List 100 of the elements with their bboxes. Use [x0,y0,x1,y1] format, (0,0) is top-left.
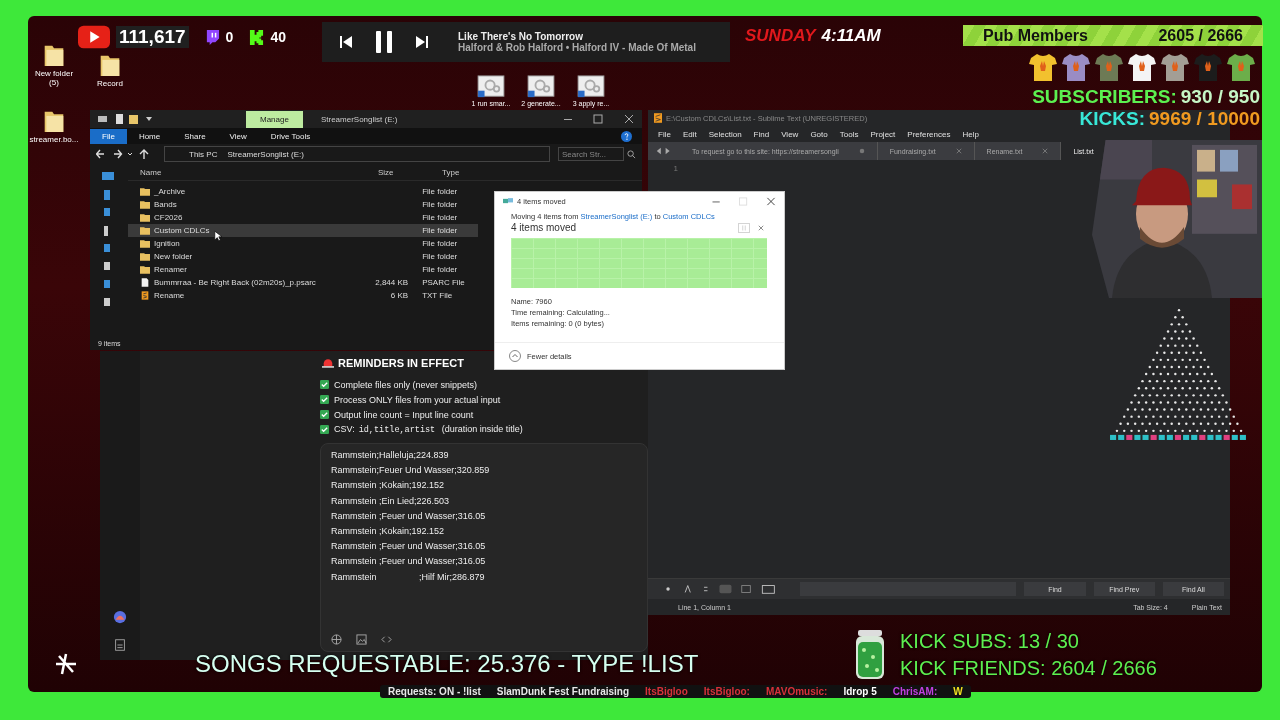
menu-item[interactable]: View [781,129,799,139]
ribbon-tab[interactable]: Share [172,128,218,144]
message-line: Rammstein ;Hilf Mir;286.879 [331,571,486,584]
file-row[interactable]: Custom CDLCs File folder [128,224,478,237]
ticker-text: ldrop 5 [843,686,877,697]
t-shirt-icon [1226,52,1256,82]
window-controls-icon[interactable] [564,114,634,124]
column-header[interactable]: Size [378,167,438,177]
youtube-count: 111,617 [116,26,189,48]
file-type: File folder [421,265,459,274]
file-name: Custom CDLCs [154,226,210,235]
window-title: StreamerSonglist (E:) [320,114,399,124]
message-line: Rammstein;Halleluja;224.839 [331,450,450,462]
file-row[interactable]: CF2026 File folder [128,211,478,224]
menu-item[interactable]: Preferences [907,129,951,139]
menu-item[interactable]: Project [870,129,896,139]
file-row[interactable]: Bummrraa - Be Right Back (02m20s)_p.psarc 2,844 KB PSARC File [128,276,478,289]
search-icon[interactable] [627,149,636,159]
ribbon-tab[interactable]: View [217,128,259,144]
copy-icon [503,197,513,205]
avatar-icon[interactable] [113,610,127,624]
document-icon[interactable] [113,638,127,652]
jar-icon [854,630,886,680]
message-line: Rammstein ;Kokain;192.152 [331,525,446,538]
kick-friends-count: KICK FRIENDS: 2604 / 2666 [900,656,1157,681]
menu-item[interactable]: Help [962,129,979,139]
file-type: File folder [421,187,459,196]
desktop-icon-label[interactable]: New folder (5) [30,70,78,88]
file-type: File folder [421,252,459,261]
help-icon[interactable] [621,130,632,142]
gears-shortcut-icon[interactable] [577,75,605,99]
file-icon [140,278,150,287]
kick-subs-count: KICK SUBS: 13 / 30 [900,629,1080,654]
menu-item[interactable]: Edit [682,129,697,139]
unsaved-dot-icon[interactable] [858,148,865,154]
members-label: Pub Members [983,26,1088,45]
track-title: Like There's No Tomorrow [458,31,584,42]
file-type: File folder [421,226,459,235]
menu-item[interactable]: File [658,129,671,139]
reminder-text: Output line count = Input line count [334,409,474,420]
t-shirt-icon [1061,52,1091,82]
ribbon-tab[interactable]: Home [126,128,173,144]
file-row[interactable]: Ignition File folder [128,237,478,250]
sublime-file-icon [140,291,150,300]
file-type: File folder [421,200,459,209]
menu-item[interactable]: Find [753,129,770,139]
star-logo-icon [54,652,78,676]
mouse-cursor-icon [214,230,222,242]
pause-icon [374,30,394,54]
desktop-icon-label[interactable]: streamer.bo... [29,136,79,145]
previous-icon [338,34,354,50]
gears-shortcut-icon[interactable] [477,75,505,99]
t-shirt-icon [1094,52,1124,82]
file-row[interactable]: _Archive File folder [128,185,478,198]
close-icon[interactable] [955,148,962,154]
t-shirt-icon [1028,52,1058,82]
message-box[interactable] [320,443,648,652]
file-name: Renamer [154,265,187,274]
ticker-text: W [953,686,963,697]
close-icon[interactable] [1042,148,1049,154]
breadcrumb[interactable]: This PC [189,149,218,159]
file-row[interactable]: Renamer File folder [128,263,478,276]
close-icon[interactable] [758,224,764,231]
siren-icon [322,358,334,368]
menu-item[interactable]: Tools [839,129,859,139]
twitch-icon [204,28,220,46]
code-icon[interactable] [381,634,392,645]
file-name: Rename [154,291,185,300]
menu-item[interactable]: Goto [810,129,828,139]
file-type: File folder [421,239,459,248]
file-row[interactable]: Bands File folder [128,198,478,211]
image-icon[interactable] [356,634,367,645]
file-size: 6 KB [389,291,410,300]
breadcrumb[interactable]: StreamerSonglist (E:) [227,149,304,159]
column-header[interactable]: Type [438,167,502,177]
address-bar[interactable]: This PC StreamerSonglist (E:) [164,146,550,162]
globe-icon[interactable] [331,634,342,645]
message-line: Rammstein ;Feuer und Wasser;316.05 [331,541,487,554]
file-type: PSARC File [421,278,466,287]
file-name: Ignition [154,239,180,248]
kick-icon [249,28,265,46]
ribbon-tab[interactable]: Drive Tools [258,128,323,144]
file-row[interactable]: New folder File folder [128,250,478,263]
message-line: Rammstein;Feuer Und Wasser;320.859 [331,465,491,478]
file-name: CF2026 [154,213,183,222]
file-size: 2,844 KB [374,278,410,287]
t-shirt-icon [1193,52,1223,82]
file-name: Bummrraa - Be Right Back (02m20s)_p.psarc [154,278,316,287]
message-line: Rammstein ;Kokain;192.152 [331,480,446,493]
reminders-heading: REMINDERS IN EFFECT [338,357,464,369]
gears-shortcut-icon[interactable] [527,75,555,99]
menu-item[interactable]: Selection [708,129,742,139]
members-count: 2605 / 2666 [1158,26,1243,45]
ribbon-context-tab[interactable]: Manage [246,110,303,128]
search-field[interactable]: Search Str... [558,147,624,161]
desktop-icon-label[interactable]: Record [97,80,123,89]
file-type: File folder [421,213,459,222]
file-row[interactable]: Rename 6 KB TXT File [128,289,478,302]
ribbon-tab[interactable]: File [90,128,127,144]
column-header[interactable]: Name [128,167,378,177]
